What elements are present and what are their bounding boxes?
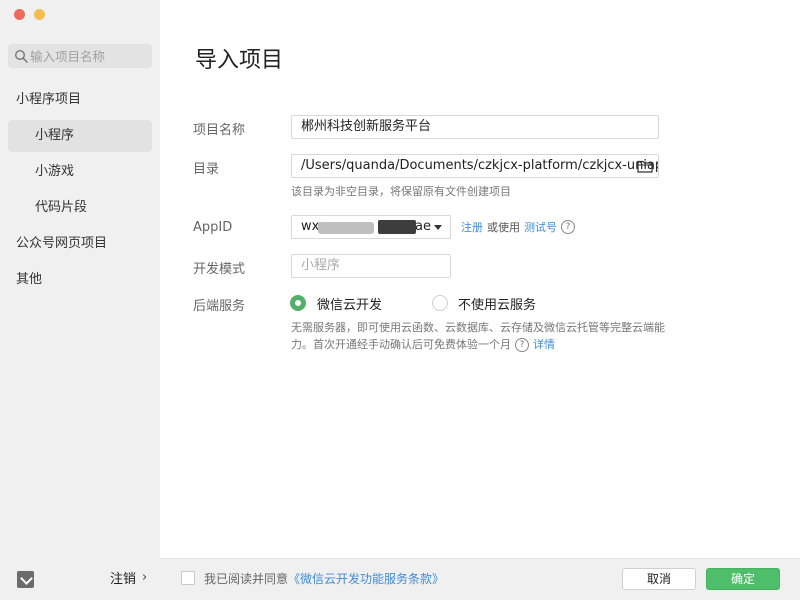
page-title: 导入项目: [195, 48, 284, 73]
cancel-button[interactable]: 取消: [622, 568, 696, 590]
confirm-button[interactable]: 确定: [706, 568, 780, 590]
backend-description-line2: 力。首次开通经手动确认后可免费体验一个月 ? 详情: [291, 336, 555, 354]
register-link[interactable]: 注册: [461, 219, 483, 235]
details-link[interactable]: 详情: [533, 336, 555, 354]
search-input[interactable]: [30, 44, 150, 68]
close-window-button[interactable]: [14, 9, 25, 20]
user-avatar-icon[interactable]: [17, 571, 34, 588]
appid-value-suffix: ae: [415, 219, 431, 234]
sidebar: 小程序项目 小程序 小游戏 代码片段 公众号网页项目 其他 注销 ›: [0, 0, 160, 600]
project-name-input[interactable]: 郴州科技创新服务平台: [291, 115, 659, 139]
backend-description-text: 力。首次开通经手动确认后可免费体验一个月: [291, 338, 511, 351]
logout-label: 注销: [110, 572, 137, 587]
test-account-link[interactable]: 测试号: [524, 219, 557, 235]
help-icon[interactable]: ?: [515, 338, 529, 352]
sidebar-item-official-account-web[interactable]: 公众号网页项目: [8, 228, 152, 260]
help-icon[interactable]: ?: [561, 220, 575, 234]
no-cloud-label[interactable]: 不使用云服务: [458, 294, 536, 313]
appid-value-prefix: wx: [301, 219, 320, 234]
agree-terms-label: 我已阅读并同意《微信云开发功能服务条款》: [204, 570, 444, 587]
appid-label: AppID: [193, 220, 233, 235]
directory-hint: 该目录为非空目录，将保留原有文件创建项目: [291, 185, 511, 198]
dev-mode-label: 开发模式: [193, 262, 246, 277]
sidebar-item-miniprogram[interactable]: 小程序: [8, 120, 152, 152]
minimize-window-button[interactable]: [34, 9, 45, 20]
redaction-blur: [318, 222, 374, 234]
backend-label: 后端服务: [193, 299, 246, 314]
terms-link[interactable]: 《微信云开发功能服务条款》: [288, 572, 444, 586]
caret-down-icon: [434, 225, 442, 230]
search-icon: [14, 49, 28, 63]
folder-icon[interactable]: [637, 159, 653, 173]
backend-description-line1: 无需服务器，即可使用云函数、云数据库、云存储及微信云托管等完整云端能: [291, 321, 665, 334]
logout-button[interactable]: 注销 ›: [110, 568, 147, 587]
radio-no-cloud[interactable]: [432, 295, 448, 311]
or-use-text: 或使用: [487, 221, 520, 234]
chevron-right-icon: ›: [142, 570, 148, 585]
sidebar-item-minigame[interactable]: 小游戏: [8, 156, 152, 188]
redaction-block: [378, 220, 416, 234]
dev-mode-input[interactable]: 小程序: [291, 254, 451, 278]
project-name-label: 项目名称: [193, 123, 246, 138]
radio-wechat-cloud[interactable]: [290, 295, 306, 311]
sidebar-item-code-snippets[interactable]: 代码片段: [8, 192, 152, 224]
project-search[interactable]: [8, 44, 152, 68]
wechat-cloud-label[interactable]: 微信云开发: [317, 294, 382, 313]
directory-input[interactable]: /Users/quanda/Documents/czkjcx-platform/…: [291, 154, 659, 178]
appid-options: 注册 或使用 测试号 ?: [461, 219, 575, 235]
sidebar-item-miniprogram-projects[interactable]: 小程序项目: [8, 84, 152, 116]
directory-label: 目录: [193, 162, 220, 177]
agree-text: 我已阅读并同意: [204, 572, 289, 586]
agree-terms-checkbox[interactable]: [181, 571, 195, 585]
directory-value: /Users/quanda/Documents/czkjcx-platform/…: [301, 158, 659, 173]
sidebar-item-other[interactable]: 其他: [8, 264, 152, 296]
